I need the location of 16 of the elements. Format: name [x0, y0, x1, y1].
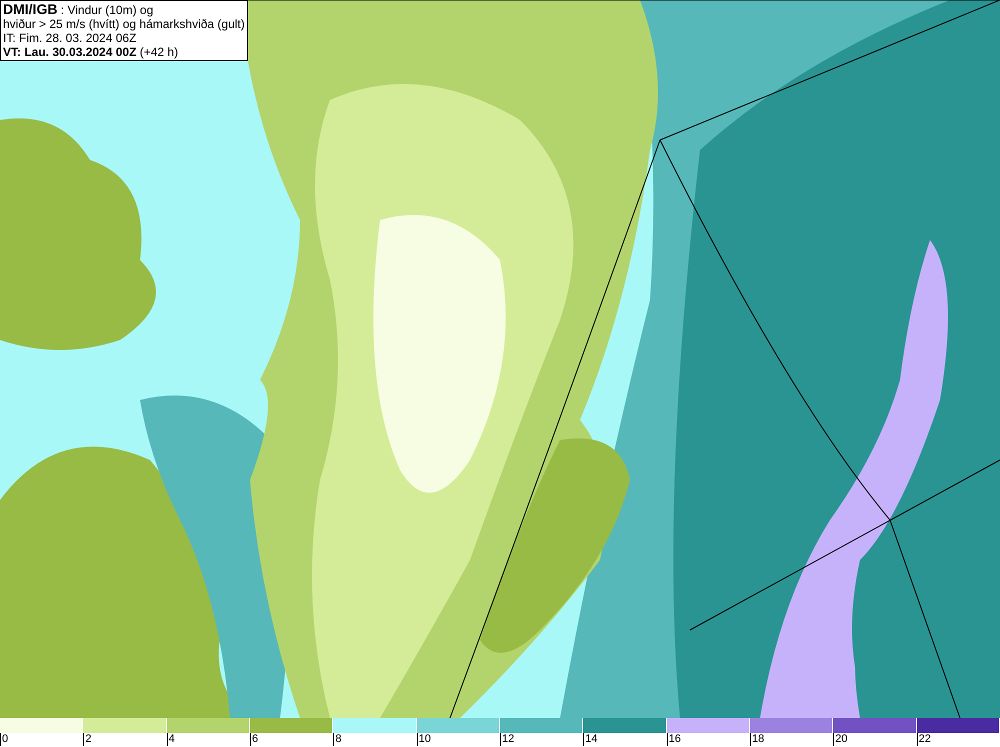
legend-label: 12 — [500, 733, 514, 746]
title-line: hviður > 25 m/s (hvítt) og hámarkshviða (gult) — [3, 17, 245, 31]
legend-label: 2 — [83, 733, 92, 746]
legend-label: 10 — [416, 733, 431, 746]
legend-label: 22 — [916, 733, 931, 746]
legend-label: 20 — [833, 733, 848, 746]
legend-label: 6 — [250, 733, 258, 746]
title-line: VT: Lau. 30.03.2024 00Z (+42 h) — [3, 45, 180, 59]
legend-label: 16 — [666, 733, 681, 746]
legend-label: 4 — [166, 733, 175, 746]
legend-label: 8 — [333, 733, 342, 746]
title-line: IT: Fim. 28. 03. 2024 06Z — [3, 31, 138, 45]
legend-label: 0 — [0, 733, 8, 746]
legend-label: 18 — [750, 733, 764, 746]
legend-label: 14 — [583, 733, 598, 746]
title-line: DMI/IGB : Vindur (10m) og — [3, 2, 154, 17]
